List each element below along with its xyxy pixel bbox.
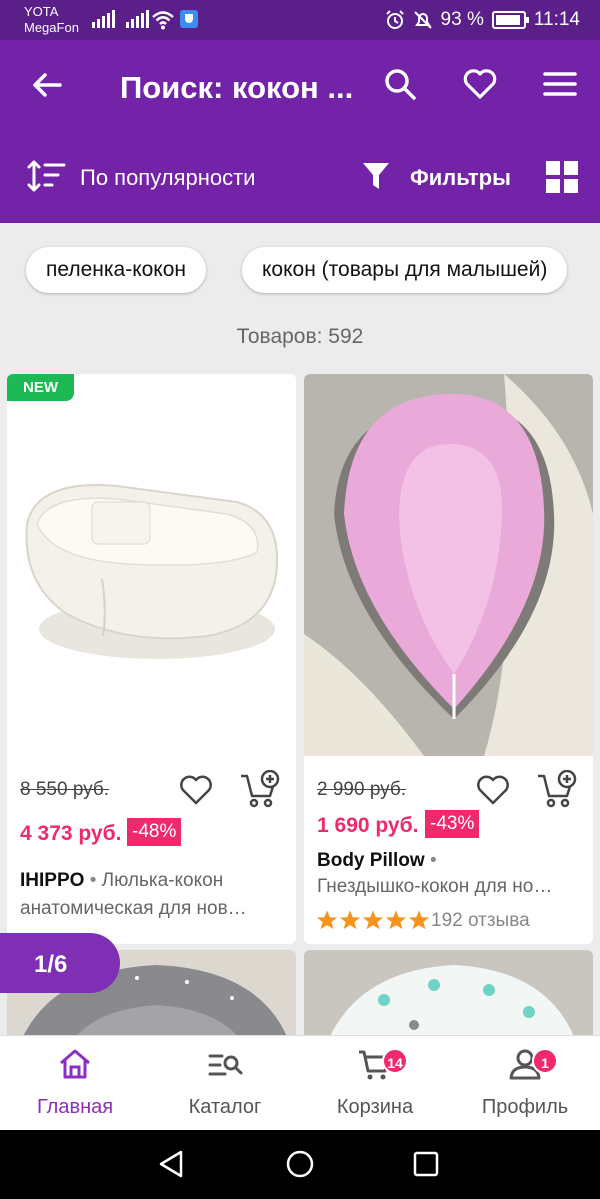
product-brand-line: Body Pillow •	[317, 850, 437, 872]
clock: 11:14	[533, 9, 580, 30]
favorite-heart-icon[interactable]	[475, 772, 511, 808]
product-name-line1: Люлька-кокон	[101, 870, 224, 891]
battery-icon	[491, 11, 529, 29]
carrier-labels: YOTA MegaFon	[24, 4, 79, 36]
page-indicator: 1/6	[0, 933, 120, 993]
chip-kokon-baby[interactable]: кокон (товары для малышей)	[242, 247, 568, 293]
star-icon	[339, 910, 361, 930]
product-card[interactable]: 2 990 руб. 1 690 руб. -43% Body Pillow •…	[304, 374, 593, 944]
nav-profile[interactable]: 1 Профиль	[450, 1036, 600, 1131]
signal-icon	[92, 10, 115, 28]
results-count: Товаров: 592	[236, 325, 364, 348]
product-name: Гнездышко-кокон для но…	[317, 876, 553, 897]
star-icon	[385, 910, 407, 930]
nav-catalog[interactable]: Каталог	[150, 1036, 300, 1131]
search-icon[interactable]	[382, 66, 418, 102]
status-right: 93 % 11:14	[385, 9, 580, 31]
brand-separator: •	[429, 850, 437, 871]
bottom-navigation: Главная Каталог 14 Корзина 1 Профиль	[0, 1035, 600, 1130]
chip-pelenka-kokon[interactable]: пеленка-кокон	[26, 247, 207, 293]
sort-button[interactable]: По популярности	[80, 165, 255, 191]
rating-stars	[316, 909, 430, 931]
catalog-search-icon	[208, 1054, 243, 1076]
carrier-1: YOTA	[24, 4, 59, 19]
nav-cart[interactable]: 14 Корзина	[300, 1036, 450, 1131]
battery-percent: 93 %	[440, 9, 484, 30]
nav-profile-label: Профиль	[481, 1096, 569, 1118]
favorite-heart-icon[interactable]	[178, 772, 214, 808]
nav-catalog-label: Каталог	[188, 1096, 262, 1118]
sort-filter-bar: По популярности Фильтры	[0, 135, 600, 223]
add-to-cart-icon[interactable]	[239, 770, 281, 810]
reviews-count: 192 отзыва	[431, 910, 530, 931]
toolbar: Поиск: кокон ...	[0, 40, 600, 135]
wifi-icon	[152, 11, 174, 30]
product-brand-line: IHIPPO • Люлька-кокон	[20, 870, 223, 892]
new-badge: NEW	[7, 374, 74, 401]
system-recents-icon[interactable]	[412, 1150, 440, 1178]
star-icon	[408, 910, 430, 930]
menu-icon[interactable]	[542, 66, 578, 102]
nav-home[interactable]: Главная	[0, 1036, 150, 1131]
nav-home-label: Главная	[36, 1096, 114, 1118]
brand-separator: •	[89, 870, 97, 891]
sale-price: 4 373 руб.	[20, 822, 122, 845]
system-navigation-bar	[0, 1130, 600, 1199]
cart-badge: 14	[382, 1048, 408, 1074]
back-arrow-icon[interactable]	[30, 68, 64, 102]
filter-icon[interactable]	[362, 161, 390, 191]
filters-button[interactable]: Фильтры	[410, 165, 511, 191]
star-icon	[362, 910, 384, 930]
product-image[interactable]	[7, 374, 296, 754]
mute-bell-icon	[413, 11, 432, 29]
old-price: 2 990 руб.	[317, 779, 407, 800]
product-name-line2: анатомическая для нов…	[20, 898, 247, 919]
discount-badge: -48%	[127, 818, 182, 846]
old-price: 8 550 руб.	[20, 779, 110, 800]
discount-badge: -43%	[425, 810, 480, 838]
system-home-icon[interactable]	[284, 1148, 316, 1180]
shield-icon	[180, 10, 198, 28]
profile-badge: 1	[532, 1048, 558, 1074]
brand-name: IHIPPO	[20, 870, 85, 891]
signal-icon-2	[126, 10, 149, 28]
sort-icon[interactable]	[26, 159, 66, 193]
home-icon	[60, 1049, 90, 1079]
app-header: Поиск: кокон ... По популярности Фильтры	[0, 40, 600, 223]
sale-price: 1 690 руб.	[317, 814, 419, 837]
brand-name: Body Pillow	[317, 850, 425, 871]
heart-icon[interactable]	[462, 66, 498, 102]
grid-view-icon[interactable]	[546, 161, 578, 193]
alarm-icon	[385, 10, 404, 29]
system-back-icon[interactable]	[155, 1148, 187, 1180]
nav-cart-label: Корзина	[336, 1096, 414, 1118]
product-image[interactable]	[304, 374, 593, 756]
star-icon	[316, 910, 338, 930]
add-to-cart-icon[interactable]	[536, 770, 578, 810]
status-bar: YOTA MegaFon 93 % 11:14	[0, 0, 600, 40]
carrier-2: MegaFon	[24, 20, 79, 35]
page-title: Поиск: кокон ...	[120, 70, 354, 105]
product-card[interactable]: NEW 8 550 руб. 4 373 руб. -48% IHIPPO • …	[7, 374, 296, 944]
